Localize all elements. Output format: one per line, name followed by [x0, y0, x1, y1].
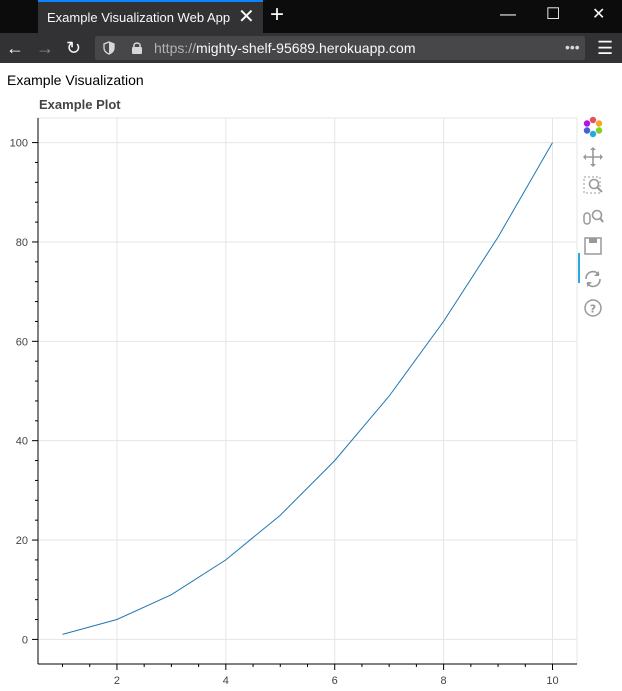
- y-tick-label: 60: [16, 336, 28, 348]
- x-tick-label: 4: [223, 675, 229, 687]
- hamburger-menu-icon[interactable]: ☰: [597, 38, 613, 58]
- reload-icon[interactable]: ↻: [66, 37, 81, 59]
- minimize-icon[interactable]: —: [500, 4, 516, 26]
- close-tab-icon[interactable]: ✕: [238, 5, 255, 29]
- new-tab-icon[interactable]: +: [270, 2, 284, 28]
- svg-text:?: ?: [590, 303, 596, 316]
- back-icon[interactable]: ←: [6, 37, 24, 59]
- y-tick-label: 100: [10, 138, 28, 150]
- x-tick-label: 2: [114, 675, 120, 687]
- y-tick-label: 80: [16, 237, 28, 249]
- url-host: mighty-shelf-95689.herokuapp.com: [196, 40, 416, 56]
- line-chart[interactable]: 2 4 6 8 10020406080100: [0, 110, 578, 691]
- active-tool-indicator: [578, 253, 580, 283]
- plot-area: [37, 117, 578, 665]
- x-tick-label: 8: [441, 675, 447, 687]
- help-icon[interactable]: ?: [582, 297, 604, 319]
- y-tick-label: 40: [16, 436, 28, 448]
- browser-navbar: ← → ↻ https://mighty-shelf-95689.herokua…: [0, 33, 622, 63]
- browser-titlebar: Example Visualization Web App ✕ + — ☐ ✕: [0, 0, 622, 33]
- shield-icon[interactable]: [103, 41, 115, 55]
- x-tick-label: 10: [546, 675, 558, 687]
- wheel-zoom-icon[interactable]: [582, 206, 604, 228]
- y-tick-label: 0: [22, 634, 28, 646]
- x-tick-label: 6: [332, 675, 338, 687]
- window-close-icon[interactable]: ✕: [592, 4, 605, 26]
- box-zoom-icon[interactable]: [582, 175, 604, 197]
- reset-icon[interactable]: [582, 268, 604, 290]
- save-icon[interactable]: [582, 235, 604, 257]
- url-text: https://mighty-shelf-95689.herokuapp.com: [154, 40, 416, 56]
- url-bar[interactable]: https://mighty-shelf-95689.herokuapp.com…: [95, 36, 585, 60]
- page-heading: Example Visualization: [7, 72, 144, 88]
- lock-icon[interactable]: [131, 41, 143, 55]
- pan-icon[interactable]: [582, 146, 604, 168]
- url-scheme: https://: [154, 40, 197, 56]
- bokeh-logo-icon[interactable]: [582, 116, 604, 138]
- tab-title: Example Visualization Web App: [47, 10, 231, 25]
- maximize-icon[interactable]: ☐: [546, 4, 560, 26]
- browser-tab[interactable]: Example Visualization Web App ✕: [38, 0, 263, 33]
- y-tick-label: 20: [16, 535, 28, 547]
- forward-icon[interactable]: →: [36, 37, 54, 59]
- page-actions-icon[interactable]: •••: [565, 39, 580, 55]
- plot-toolbar: ?: [578, 113, 612, 323]
